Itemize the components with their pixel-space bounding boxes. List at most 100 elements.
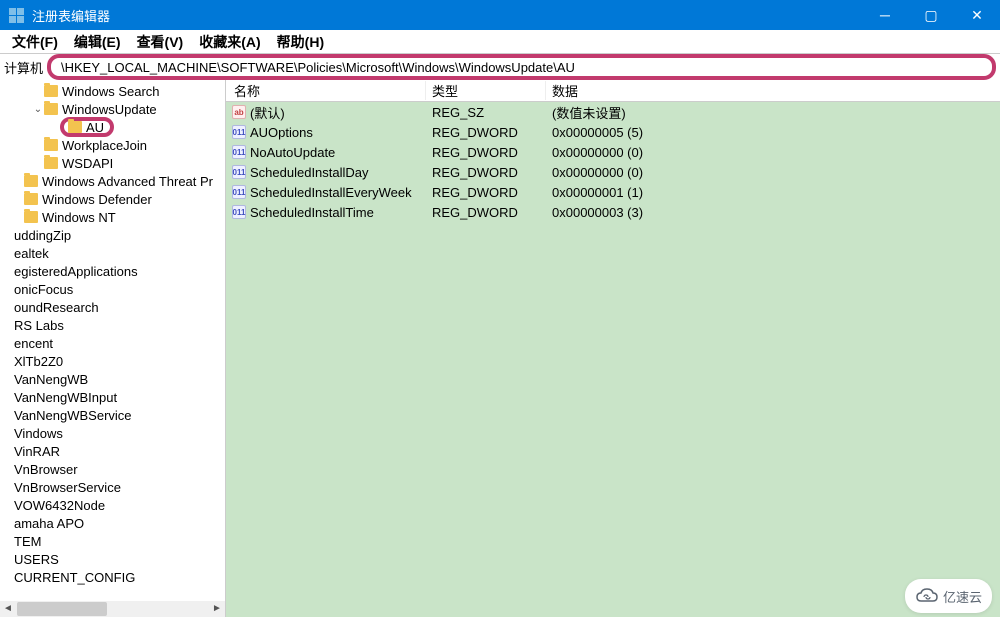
tree-scrollbar[interactable]: ◄ ► (0, 601, 225, 617)
tree-label: amaha APO (14, 516, 84, 531)
tree-label: Vindows (14, 426, 63, 441)
app-icon (8, 7, 24, 23)
tree-item[interactable]: VinRAR (0, 442, 225, 460)
tree-label: Windows NT (42, 210, 116, 225)
tree-label: onicFocus (14, 282, 73, 297)
value-name: ScheduledInstallTime (250, 205, 374, 220)
value-name: NoAutoUpdate (250, 145, 335, 160)
close-button[interactable]: ✕ (954, 0, 1000, 30)
scroll-left-icon[interactable]: ◄ (0, 601, 16, 617)
value-row[interactable]: 011 NoAutoUpdate REG_DWORD0x00000000 (0) (226, 142, 1000, 162)
value-name: ScheduledInstallDay (250, 165, 369, 180)
values-panel: 名称 类型 数据 ab(默认)REG_SZ(数值未设置)011AUOptions… (226, 80, 1000, 617)
tree-item[interactable]: egisteredApplications (0, 262, 225, 280)
tree-label: VnBrowserService (14, 480, 121, 495)
value-name: (默认) (250, 103, 285, 122)
value-data: 0x00000001 (1) (546, 185, 1000, 200)
value-data: 0x00000000 (0) (546, 145, 1000, 160)
scroll-right-icon[interactable]: ► (209, 601, 225, 617)
tree-label: Windows Defender (42, 192, 152, 207)
tree-item[interactable]: VanNengWBInput (0, 388, 225, 406)
tree-item[interactable]: oundResearch (0, 298, 225, 316)
tree-item[interactable]: Windows Defender (0, 190, 225, 208)
tree-label: AU (86, 120, 104, 135)
value-data: (数值未设置) (546, 103, 1000, 122)
tree-item[interactable]: RS Labs (0, 316, 225, 334)
tree-label: VanNengWB (14, 372, 88, 387)
value-row[interactable]: 011ScheduledInstallDayREG_DWORD0x0000000… (226, 162, 1000, 182)
tree-item[interactable]: WSDAPI (0, 154, 225, 172)
tree-label: WorkplaceJoin (62, 138, 147, 153)
value-type: REG_DWORD (426, 185, 546, 200)
tree-item[interactable]: Vindows (0, 424, 225, 442)
tree-item[interactable]: Windows Search (0, 82, 225, 100)
tree-item[interactable]: VnBrowser (0, 460, 225, 478)
tree-label: Windows Advanced Threat Pr (42, 174, 213, 189)
address-input[interactable] (61, 60, 982, 75)
tree-label: VinRAR (14, 444, 60, 459)
menu-view[interactable]: 查看(V) (129, 32, 192, 52)
tree-item[interactable]: ⌄WindowsUpdate (0, 100, 225, 118)
tree-label: VOW6432Node (14, 498, 105, 513)
dword-value-icon: 011 (232, 205, 246, 219)
tree-item[interactable]: TEM (0, 532, 225, 550)
menu-favorites[interactable]: 收藏来(A) (191, 32, 268, 52)
value-row[interactable]: 011ScheduledInstallTimeREG_DWORD0x000000… (226, 202, 1000, 222)
tree-label: VanNengWBService (14, 408, 132, 423)
tree-item[interactable]: amaha APO (0, 514, 225, 532)
tree-item[interactable]: Windows NT (0, 208, 225, 226)
minimize-button[interactable]: ─ (862, 0, 908, 30)
value-type: REG_DWORD (426, 125, 546, 140)
string-value-icon: ab (232, 105, 246, 119)
tree-item[interactable]: AU (0, 118, 225, 136)
folder-icon (44, 85, 58, 97)
tree-label: XlTb2Z0 (14, 354, 63, 369)
tree-label: uddingZip (14, 228, 71, 243)
tree-item[interactable]: VanNengWB (0, 370, 225, 388)
column-name[interactable]: 名称 (226, 81, 426, 100)
value-row[interactable]: 011ScheduledInstallEveryWeekREG_DWORD0x0… (226, 182, 1000, 202)
dword-value-icon: 011 (232, 125, 246, 139)
tree-item[interactable]: WorkplaceJoin (0, 136, 225, 154)
tree-item[interactable]: XlTb2Z0 (0, 352, 225, 370)
tree-item[interactable]: uddingZip (0, 226, 225, 244)
tree-item[interactable]: encent (0, 334, 225, 352)
addressbar: 计算机 (0, 54, 1000, 80)
tree-item[interactable]: CURRENT_CONFIG (0, 568, 225, 586)
scroll-thumb[interactable] (17, 602, 107, 616)
value-row[interactable]: ab(默认)REG_SZ(数值未设置) (226, 102, 1000, 122)
column-type[interactable]: 类型 (426, 81, 546, 100)
tree-item[interactable]: VnBrowserService (0, 478, 225, 496)
folder-icon (24, 193, 38, 205)
value-row[interactable]: 011AUOptionsREG_DWORD0x00000005 (5) (226, 122, 1000, 142)
menu-file[interactable]: 文件(F) (4, 32, 66, 52)
folder-icon (44, 157, 58, 169)
folder-icon (68, 121, 82, 133)
tree-label: VnBrowser (14, 462, 78, 477)
window-title: 注册表编辑器 (32, 6, 862, 25)
tree-item[interactable]: onicFocus (0, 280, 225, 298)
menu-edit[interactable]: 编辑(E) (66, 32, 129, 52)
tree-item[interactable]: VanNengWBService (0, 406, 225, 424)
registry-tree[interactable]: Windows Search⌄WindowsUpdate AU WorkplaceJ… (0, 80, 226, 617)
window-controls: ─ ▢ ✕ (862, 0, 1000, 30)
folder-icon (44, 139, 58, 151)
dword-value-icon: 011 (232, 145, 246, 159)
value-type: REG_DWORD (426, 205, 546, 220)
tree-item[interactable]: Windows Advanced Threat Pr (0, 172, 225, 190)
tree-label: Windows Search (62, 84, 160, 99)
menu-help[interactable]: 帮助(H) (269, 32, 332, 52)
tree-item[interactable]: USERS (0, 550, 225, 568)
maximize-button[interactable]: ▢ (908, 0, 954, 30)
folder-icon (24, 175, 38, 187)
tree-label: RS Labs (14, 318, 64, 333)
tree-item[interactable]: VOW6432Node (0, 496, 225, 514)
column-data[interactable]: 数据 (546, 81, 1000, 100)
values-header: 名称 类型 数据 (226, 80, 1000, 102)
value-type: REG_DWORD (426, 145, 546, 160)
value-name: ScheduledInstallEveryWeek (250, 185, 412, 200)
tree-label: egisteredApplications (14, 264, 138, 279)
window-titlebar: 注册表编辑器 ─ ▢ ✕ (0, 0, 1000, 30)
tree-item[interactable]: ealtek (0, 244, 225, 262)
folder-icon (24, 211, 38, 223)
